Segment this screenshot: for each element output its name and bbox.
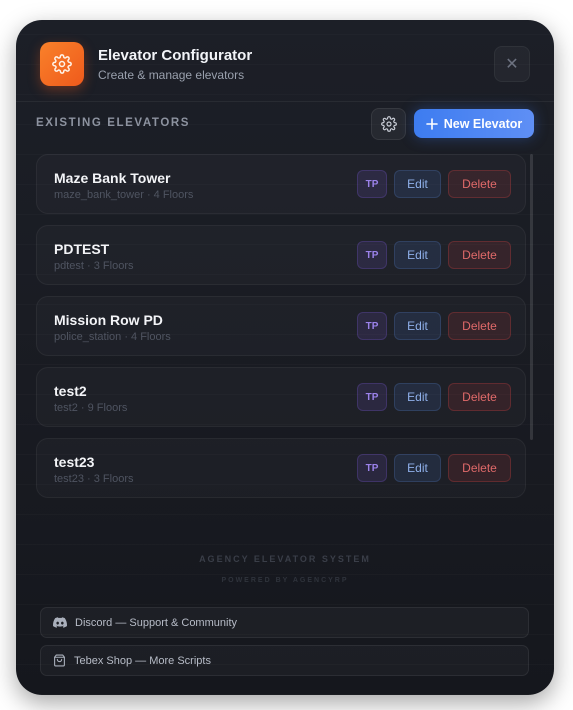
delete-button[interactable]: Delete	[448, 241, 511, 269]
elevator-row: Maze Bank Tower maze_bank_tower · 4 Floo…	[36, 154, 526, 214]
tebex-link-button[interactable]: Tebex Shop — More Scripts	[40, 645, 529, 676]
teleport-button[interactable]: TP	[357, 312, 387, 340]
list-scrollbar[interactable]	[530, 154, 533, 440]
elevator-name: Maze Bank Tower	[54, 170, 171, 186]
gear-icon	[380, 116, 397, 132]
settings-button[interactable]	[371, 108, 406, 140]
edit-button[interactable]: Edit	[394, 312, 441, 340]
delete-button[interactable]: Delete	[448, 383, 511, 411]
footer-brand: AGENCY ELEVATOR SYSTEM	[199, 554, 371, 564]
elevator-row: Mission Row PD police_station · 4 Floors…	[36, 296, 526, 356]
elevator-meta: test23 · 3 Floors	[54, 473, 134, 485]
new-elevator-label: New Elevator	[443, 116, 523, 131]
new-elevator-button[interactable]: New Elevator	[414, 109, 534, 138]
teleport-button[interactable]: TP	[357, 241, 387, 269]
plus-icon	[425, 117, 438, 130]
shop-bag-icon	[54, 654, 65, 667]
discord-link-label: Discord — Support & Community	[75, 616, 237, 629]
elevator-meta: test2 · 9 Floors	[54, 402, 128, 414]
elevator-name: PDTEST	[54, 241, 110, 257]
elevator-name: Mission Row PD	[54, 312, 163, 328]
delete-button[interactable]: Delete	[448, 170, 511, 198]
app-logo	[40, 42, 84, 86]
tebex-link-label: Tebex Shop — More Scripts	[74, 654, 211, 667]
delete-button[interactable]: Delete	[448, 312, 511, 340]
elevator-name: test2	[54, 383, 87, 399]
elevator-meta: maze_bank_tower · 4 Floors	[54, 189, 194, 201]
discord-link-button[interactable]: Discord — Support & Community	[40, 607, 529, 638]
elevator-list: Maze Bank Tower maze_bank_tower · 4 Floo…	[36, 154, 530, 504]
elevator-row: test23 test23 · 3 Floors TP Edit Delete	[36, 438, 526, 498]
edit-button[interactable]: Edit	[394, 383, 441, 411]
close-button[interactable]: ✕	[494, 46, 530, 82]
elevator-configurator-panel: Elevator Configurator Create & manage el…	[16, 20, 554, 695]
delete-button[interactable]: Delete	[448, 454, 511, 482]
teleport-button[interactable]: TP	[357, 454, 387, 482]
elevator-meta: pdtest · 3 Floors	[54, 260, 134, 272]
footer-powered-by: POWERED BY AGENCYRP	[221, 577, 349, 584]
panel-header: Elevator Configurator Create & manage el…	[16, 20, 554, 102]
page-title: Elevator Configurator	[98, 47, 253, 64]
elevator-name: test23	[54, 454, 95, 470]
page-subtitle: Create & manage elevators	[98, 68, 245, 82]
edit-button[interactable]: Edit	[394, 241, 441, 269]
elevator-row: test2 test2 · 9 Floors TP Edit Delete	[36, 367, 526, 427]
elevator-meta: police_station · 4 Floors	[54, 331, 171, 343]
teleport-button[interactable]: TP	[357, 170, 387, 198]
gear-icon	[52, 54, 72, 74]
edit-button[interactable]: Edit	[394, 454, 441, 482]
teleport-button[interactable]: TP	[357, 383, 387, 411]
edit-button[interactable]: Edit	[394, 170, 441, 198]
elevator-row: PDTEST pdtest · 3 Floors TP Edit Delete	[36, 225, 526, 285]
discord-icon	[53, 617, 67, 628]
close-icon: ✕	[505, 56, 519, 73]
section-title: EXISTING ELEVATORS	[36, 117, 191, 129]
